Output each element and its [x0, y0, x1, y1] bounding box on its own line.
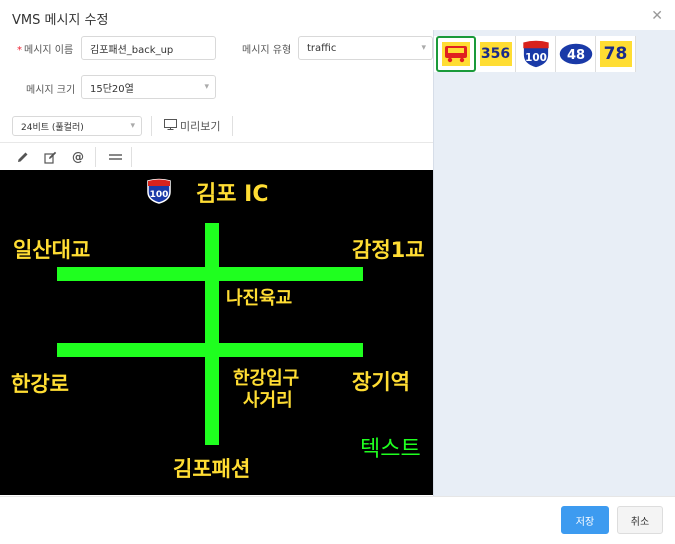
- label-right-lower: 장기역: [352, 370, 410, 394]
- label-bottom: 김포패션: [173, 457, 251, 481]
- sample-text[interactable]: 텍스트: [360, 431, 421, 463]
- route-78-icon[interactable]: 78: [596, 36, 636, 72]
- color-mode-value: 24비트 (풀컬러): [21, 122, 84, 133]
- car-icon[interactable]: [436, 36, 476, 72]
- route-100-shield-icon: 100: [146, 178, 172, 204]
- color-mode-select[interactable]: 24비트 (풀컬러) ▾: [12, 116, 142, 136]
- dialog-title: VMS 메시지 수정: [12, 13, 109, 28]
- route-356-icon[interactable]: 356: [476, 36, 516, 72]
- label-center-lower-2: 사거리: [243, 390, 293, 411]
- label-center-upper: 나진육교: [226, 288, 293, 309]
- label-top: 김포 IC: [196, 182, 269, 207]
- svg-text:48: 48: [566, 48, 584, 63]
- route-100-shield-icon[interactable]: 100: [516, 36, 556, 72]
- message-type-label: 메시지 유형: [242, 45, 292, 56]
- label-left-upper: 일산대교: [13, 238, 91, 262]
- message-type-value: traffic: [307, 42, 337, 54]
- divider: [151, 116, 152, 136]
- message-size-value: 15단20열: [90, 83, 134, 95]
- chevron-down-icon: ▾: [130, 121, 135, 131]
- divider: [232, 116, 233, 136]
- message-name-input[interactable]: 김포패션_back_up: [81, 36, 216, 60]
- svg-text:100: 100: [150, 190, 169, 200]
- preview-label: 미리보기: [180, 120, 221, 133]
- label-right-upper: 감정1교: [352, 238, 425, 262]
- road-upper: [57, 267, 363, 281]
- symbol-palette: 356 100 48 78: [433, 30, 675, 496]
- at-icon[interactable]: @: [70, 149, 86, 165]
- monitor-icon: [164, 119, 177, 133]
- svg-text:100: 100: [525, 52, 547, 64]
- pencil-icon[interactable]: [15, 149, 31, 165]
- route-48-oval-icon[interactable]: 48: [556, 36, 596, 72]
- label-left-lower: 한강로: [11, 372, 69, 396]
- chevron-down-icon: ▾: [204, 82, 209, 92]
- preview-button[interactable]: 미리보기: [164, 118, 220, 134]
- cancel-button[interactable]: 취소: [617, 506, 663, 534]
- message-size-select[interactable]: 15단20열 ▾: [81, 75, 216, 99]
- chevron-down-icon: ▾: [421, 43, 426, 53]
- vms-canvas[interactable]: 100 김포 IC 일산대교 감정1교 나진육교 한강로 한강입구 사거리 장기…: [0, 170, 433, 495]
- close-icon[interactable]: ✕: [651, 8, 663, 24]
- edit-toolbar: @: [0, 142, 433, 170]
- required-mark: *: [17, 45, 22, 56]
- road-vertical: [205, 223, 219, 445]
- edit-icon[interactable]: [42, 149, 58, 165]
- symbol-strip: 356 100 48 78: [434, 36, 636, 72]
- divider: [95, 147, 96, 167]
- dialog-footer: 저장 취소: [0, 496, 675, 544]
- message-name-label: * 메시지 이름: [17, 45, 74, 56]
- line-icon[interactable]: [107, 149, 123, 165]
- save-button[interactable]: 저장: [561, 506, 609, 534]
- road-lower: [57, 343, 363, 357]
- divider: [131, 147, 132, 167]
- message-size-label: 메시지 크기: [26, 85, 76, 96]
- message-type-select[interactable]: traffic ▾: [298, 36, 433, 60]
